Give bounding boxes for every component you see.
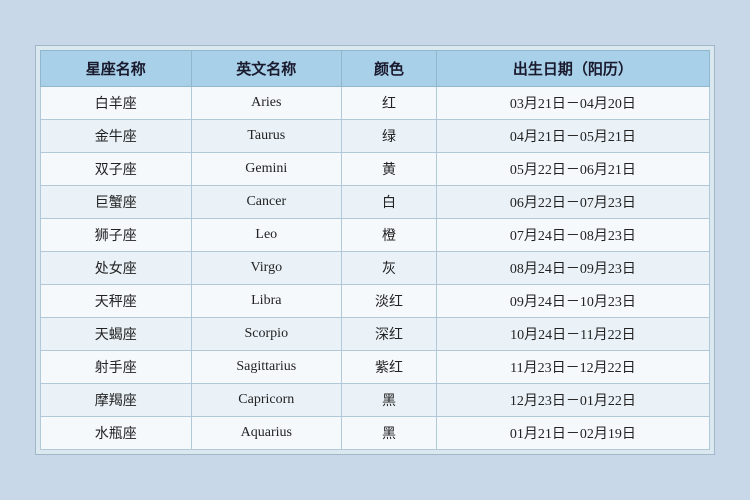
cell-dates: 01月21日－02月19日 (436, 417, 709, 450)
cell-color: 白 (342, 186, 437, 219)
cell-chinese-name: 处女座 (41, 252, 192, 285)
table-header-row: 星座名称 英文名称 颜色 出生日期（阳历） (41, 51, 710, 87)
cell-dates: 04月21日－05月21日 (436, 120, 709, 153)
cell-chinese-name: 双子座 (41, 153, 192, 186)
cell-chinese-name: 射手座 (41, 351, 192, 384)
cell-english-name: Aries (191, 87, 342, 120)
cell-dates: 08月24日－09月23日 (436, 252, 709, 285)
table-row: 处女座Virgo灰08月24日－09月23日 (41, 252, 710, 285)
table-row: 白羊座Aries红03月21日－04月20日 (41, 87, 710, 120)
cell-chinese-name: 天蝎座 (41, 318, 192, 351)
cell-color: 深红 (342, 318, 437, 351)
table-body: 白羊座Aries红03月21日－04月20日金牛座Taurus绿04月21日－0… (41, 87, 710, 450)
zodiac-table-container: 星座名称 英文名称 颜色 出生日期（阳历） 白羊座Aries红03月21日－04… (35, 45, 715, 455)
cell-english-name: Scorpio (191, 318, 342, 351)
cell-color: 黄 (342, 153, 437, 186)
cell-chinese-name: 狮子座 (41, 219, 192, 252)
cell-color: 绿 (342, 120, 437, 153)
header-chinese-name: 星座名称 (41, 51, 192, 87)
cell-english-name: Virgo (191, 252, 342, 285)
table-row: 双子座Gemini黄05月22日－06月21日 (41, 153, 710, 186)
cell-dates: 12月23日－01月22日 (436, 384, 709, 417)
table-row: 天蝎座Scorpio深红10月24日－11月22日 (41, 318, 710, 351)
cell-english-name: Leo (191, 219, 342, 252)
cell-color: 黑 (342, 384, 437, 417)
cell-english-name: Gemini (191, 153, 342, 186)
cell-english-name: Libra (191, 285, 342, 318)
cell-english-name: Taurus (191, 120, 342, 153)
cell-english-name: Cancer (191, 186, 342, 219)
cell-dates: 10月24日－11月22日 (436, 318, 709, 351)
header-english-name: 英文名称 (191, 51, 342, 87)
cell-color: 紫红 (342, 351, 437, 384)
cell-chinese-name: 金牛座 (41, 120, 192, 153)
cell-english-name: Sagittarius (191, 351, 342, 384)
table-row: 狮子座Leo橙07月24日－08月23日 (41, 219, 710, 252)
header-dates: 出生日期（阳历） (436, 51, 709, 87)
cell-chinese-name: 白羊座 (41, 87, 192, 120)
cell-dates: 11月23日－12月22日 (436, 351, 709, 384)
cell-dates: 09月24日－10月23日 (436, 285, 709, 318)
cell-english-name: Capricorn (191, 384, 342, 417)
zodiac-table: 星座名称 英文名称 颜色 出生日期（阳历） 白羊座Aries红03月21日－04… (40, 50, 710, 450)
cell-color: 灰 (342, 252, 437, 285)
table-row: 金牛座Taurus绿04月21日－05月21日 (41, 120, 710, 153)
cell-color: 黑 (342, 417, 437, 450)
table-row: 射手座Sagittarius紫红11月23日－12月22日 (41, 351, 710, 384)
cell-english-name: Aquarius (191, 417, 342, 450)
table-row: 摩羯座Capricorn黑12月23日－01月22日 (41, 384, 710, 417)
table-row: 天秤座Libra淡红09月24日－10月23日 (41, 285, 710, 318)
table-row: 巨蟹座Cancer白06月22日－07月23日 (41, 186, 710, 219)
cell-dates: 05月22日－06月21日 (436, 153, 709, 186)
cell-dates: 07月24日－08月23日 (436, 219, 709, 252)
cell-color: 橙 (342, 219, 437, 252)
cell-color: 淡红 (342, 285, 437, 318)
table-row: 水瓶座Aquarius黑01月21日－02月19日 (41, 417, 710, 450)
cell-chinese-name: 水瓶座 (41, 417, 192, 450)
header-color: 颜色 (342, 51, 437, 87)
cell-color: 红 (342, 87, 437, 120)
cell-chinese-name: 摩羯座 (41, 384, 192, 417)
cell-dates: 06月22日－07月23日 (436, 186, 709, 219)
cell-dates: 03月21日－04月20日 (436, 87, 709, 120)
cell-chinese-name: 巨蟹座 (41, 186, 192, 219)
cell-chinese-name: 天秤座 (41, 285, 192, 318)
